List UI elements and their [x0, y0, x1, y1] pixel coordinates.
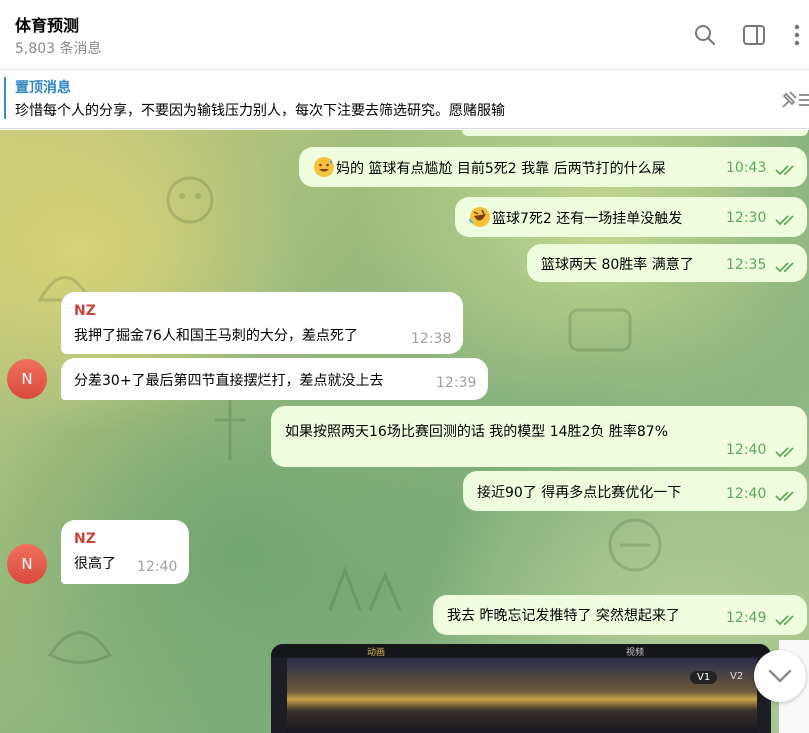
message-time: 12:49 [726, 610, 767, 626]
message-bubble-outgoing[interactable]: 篮球7死2 还有一场挂单没触发 12:30 [455, 197, 807, 237]
media-attachment[interactable]: 动画 视频 V1 V2 [271, 644, 771, 733]
arena-image [287, 658, 757, 733]
media-toolbar [271, 644, 771, 657]
message-bubble-incoming[interactable]: NZ 我押了掘金76人和国王马刺的大分，差点死了 12:38 [61, 292, 463, 354]
message-bubble-outgoing[interactable]: 妈的 篮球有点尴尬 目前5死2 我靠 后两节打的什么屎 10:43 [299, 147, 807, 187]
rofl-emoji-icon [469, 206, 491, 232]
sidebar-toggle-icon[interactable] [741, 22, 767, 48]
double-check-icon [775, 447, 794, 458]
pinned-title: 置顶消息 [15, 80, 71, 96]
message-text: 接近90了 得再多点比赛优化一下 [477, 485, 682, 501]
media-label-v2: V2 [730, 671, 744, 682]
previous-message-edge [462, 130, 808, 136]
doodle-pattern [215, 395, 245, 460]
doodle-pattern [608, 518, 662, 572]
doodle-pattern [328, 565, 402, 611]
message-bubble-outgoing[interactable]: 我去 昨晚忘记发推特了 突然想起来了 12:49 [433, 595, 807, 635]
double-check-icon [775, 262, 794, 273]
double-check-icon [775, 615, 794, 626]
media-label-v1: V1 [690, 671, 718, 684]
message-text: 很高了 [74, 556, 116, 572]
message-bubble-outgoing[interactable]: 如果按照两天16场比赛回测的话 我的模型 14胜2负 胜率87% 12:40 [271, 406, 807, 467]
message-time: 12:35 [726, 257, 767, 273]
message-text: 我去 昨晚忘记发推特了 突然想起来了 [447, 608, 680, 624]
message-time: 12:40 [726, 486, 767, 502]
avatar[interactable]: N [7, 359, 47, 399]
message-bubble-outgoing[interactable]: 篮球两天 80胜率 满意了 12:35 [527, 244, 807, 282]
double-check-icon [775, 491, 794, 502]
pin-icon[interactable] [779, 89, 809, 115]
double-check-icon [775, 215, 794, 226]
scroll-down-button[interactable] [754, 650, 806, 702]
pinned-accent-bar [4, 77, 6, 119]
chevron-down-icon [768, 669, 792, 683]
chat-header: 体育预测 5,803 条消息 [0, 0, 809, 70]
media-tab-video: 视频 [626, 648, 645, 658]
message-text: 篮球7死2 还有一场挂单没触发 [492, 211, 683, 227]
message-bubble-incoming[interactable]: 分差30+了最后第四节直接摆烂打，差点就没上去 12:39 [61, 358, 488, 400]
message-text: 我押了掘金76人和国王马刺的大分，差点死了 [74, 328, 358, 344]
message-time: 12:38 [411, 331, 452, 347]
pinned-text: 珍惜每个人的分享，不要因为输钱压力别人，每次下注要去筛选研究。愿赌服输 [15, 103, 505, 119]
message-text: 分差30+了最后第四节直接摆烂打，差点就没上去 [74, 373, 384, 389]
sender-name[interactable]: NZ [74, 303, 96, 319]
message-time: 10:43 [726, 160, 767, 176]
doodle-pattern [568, 308, 632, 352]
message-count: 5,803 条消息 [15, 41, 102, 57]
message-bubble-outgoing[interactable]: 接近90了 得再多点比赛优化一下 12:40 [463, 471, 807, 511]
message-text: 篮球两天 80胜率 满意了 [541, 257, 694, 273]
chat-area[interactable]: 妈的 篮球有点尴尬 目前5死2 我靠 后两节打的什么屎 10:43 篮球7死2 … [0, 130, 809, 733]
message-bubble-incoming[interactable]: NZ 很高了 12:40 [61, 520, 189, 584]
message-time: 12:30 [726, 210, 767, 226]
doodle-pattern [166, 176, 214, 224]
pinned-message[interactable]: 置顶消息 珍惜每个人的分享，不要因为输钱压力别人，每次下注要去筛选研究。愿赌服输 [0, 71, 809, 129]
sender-name[interactable]: NZ [74, 531, 96, 547]
chat-title[interactable]: 体育预测 [15, 12, 79, 36]
search-icon[interactable] [692, 22, 718, 48]
avatar[interactable]: N [7, 544, 47, 584]
message-time: 12:39 [436, 375, 477, 391]
media-tab-animation: 动画 [367, 648, 386, 658]
message-time: 12:40 [137, 559, 178, 575]
doodle-pattern [47, 631, 113, 664]
message-time: 12:40 [726, 442, 767, 458]
message-text: 妈的 篮球有点尴尬 目前5死2 我靠 后两节打的什么屎 [336, 161, 666, 177]
double-check-icon [775, 165, 794, 176]
message-text: 如果按照两天16场比赛回测的话 我的模型 14胜2负 胜率87% [285, 424, 669, 440]
more-vertical-icon[interactable] [785, 22, 809, 48]
sweat-smile-emoji-icon [313, 156, 335, 182]
